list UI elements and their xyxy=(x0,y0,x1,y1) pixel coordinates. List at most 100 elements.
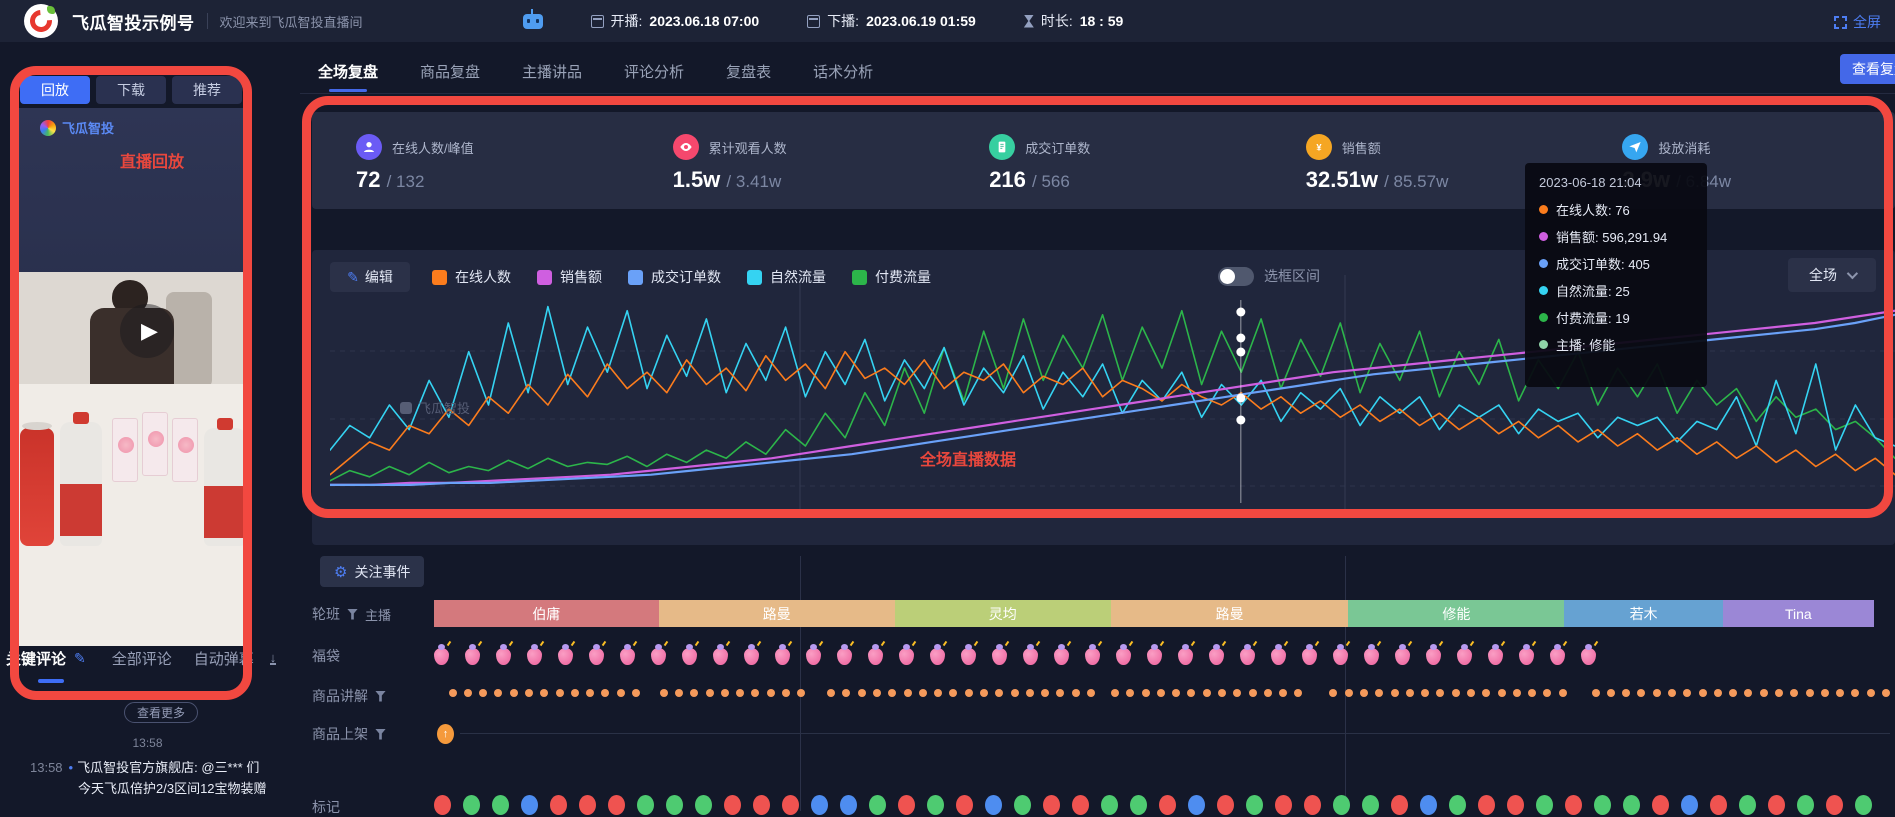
explain-dot[interactable] xyxy=(1026,689,1034,697)
explain-dot[interactable] xyxy=(1729,689,1737,697)
lucky-bag-icon[interactable] xyxy=(868,648,883,665)
tab-all-comments[interactable]: 全部评论 xyxy=(112,648,172,669)
mark-dot[interactable] xyxy=(1130,795,1147,815)
explain-dot[interactable] xyxy=(1821,689,1829,697)
tab-key-comments[interactable]: 关键评论 xyxy=(6,648,66,669)
explain-dot[interactable] xyxy=(1668,689,1676,697)
explain-dot[interactable] xyxy=(842,689,850,697)
mark-dot[interactable] xyxy=(1159,795,1176,815)
explain-dot[interactable] xyxy=(1187,689,1195,697)
mark-dot[interactable] xyxy=(1246,795,1263,815)
filter-funnel-icon[interactable] xyxy=(375,729,386,740)
mark-dot[interactable] xyxy=(695,795,712,815)
lucky-bag-icon[interactable] xyxy=(527,648,542,665)
main-tab-商品复盘[interactable]: 商品复盘 xyxy=(420,61,480,86)
explain-dot[interactable] xyxy=(1851,689,1859,697)
explain-dot[interactable] xyxy=(586,689,594,697)
explain-dot[interactable] xyxy=(797,689,805,697)
mark-dot[interactable] xyxy=(927,795,944,815)
mark-dot[interactable] xyxy=(724,795,741,815)
lucky-bag-icon[interactable] xyxy=(682,648,697,665)
explain-dot[interactable] xyxy=(1683,689,1691,697)
explain-dot[interactable] xyxy=(1867,689,1875,697)
explain-dot[interactable] xyxy=(660,689,668,697)
lucky-bag-icon[interactable] xyxy=(1209,648,1224,665)
mark-dot[interactable] xyxy=(492,795,509,815)
mark-dot[interactable] xyxy=(840,795,857,815)
lucky-bag-icon[interactable] xyxy=(1457,648,1472,665)
lucky-bag-icon[interactable] xyxy=(589,648,604,665)
main-tab-复盘表[interactable]: 复盘表 xyxy=(726,61,771,86)
mark-dot[interactable] xyxy=(1043,795,1060,815)
lucky-bag-icon[interactable] xyxy=(1178,648,1193,665)
mark-dot[interactable] xyxy=(1275,795,1292,815)
explain-dot[interactable] xyxy=(1622,689,1630,697)
legend-item-成交订单数[interactable]: 成交订单数 xyxy=(628,267,721,287)
explain-dot[interactable] xyxy=(1836,689,1844,697)
explain-dot[interactable] xyxy=(1391,689,1399,697)
tab-auto-danmu[interactable]: 自动弹幕 xyxy=(194,648,254,669)
explain-dot[interactable] xyxy=(1111,689,1119,697)
play-button[interactable]: ▶ xyxy=(120,304,174,358)
lucky-bag-icon[interactable] xyxy=(465,648,480,665)
fullscreen-button[interactable]: 全屏 xyxy=(1834,12,1881,32)
lucky-bag-icon[interactable] xyxy=(434,648,449,665)
explain-dot[interactable] xyxy=(782,689,790,697)
mark-dot[interactable] xyxy=(1188,795,1205,815)
explain-dot[interactable] xyxy=(965,689,973,697)
lucky-bag-icon[interactable] xyxy=(620,648,635,665)
explain-dot[interactable] xyxy=(721,689,729,697)
main-tab-全场复盘[interactable]: 全场复盘 xyxy=(318,61,378,86)
lucky-bag-icon[interactable] xyxy=(806,648,821,665)
lucky-bag-icon[interactable] xyxy=(899,648,914,665)
lucky-bag-icon[interactable] xyxy=(1054,648,1069,665)
shift-segment-路曼[interactable]: 路曼 xyxy=(1111,600,1349,627)
main-tab-话术分析[interactable]: 话术分析 xyxy=(813,61,873,86)
explain-dot[interactable] xyxy=(736,689,744,697)
edit-metrics-button[interactable]: ✎ 编辑 xyxy=(330,262,410,292)
mark-dot[interactable] xyxy=(1710,795,1727,815)
diagnose-button[interactable]: 查看复盘诊断 xyxy=(1840,54,1895,84)
explain-dot[interactable] xyxy=(1714,689,1722,697)
lucky-bag-icon[interactable] xyxy=(1302,648,1317,665)
explain-dot[interactable] xyxy=(1744,689,1752,697)
explain-dot[interactable] xyxy=(1592,689,1600,697)
lucky-bag-icon[interactable] xyxy=(1147,648,1162,665)
mark-dot[interactable] xyxy=(1652,795,1669,815)
explain-dot[interactable] xyxy=(1345,689,1353,697)
explain-dot[interactable] xyxy=(1264,689,1272,697)
mark-dot[interactable] xyxy=(956,795,973,815)
mark-dot[interactable] xyxy=(1072,795,1089,815)
explain-dot[interactable] xyxy=(1375,689,1383,697)
follow-events-button[interactable]: ⚙ 关注事件 xyxy=(320,556,424,587)
lucky-bag-icon[interactable] xyxy=(1271,648,1286,665)
mark-dot[interactable] xyxy=(1507,795,1524,815)
mark-dot[interactable] xyxy=(985,795,1002,815)
lucky-bag-icon[interactable] xyxy=(1395,648,1410,665)
explain-dot[interactable] xyxy=(1699,689,1707,697)
lucky-bag-icon[interactable] xyxy=(1333,648,1348,665)
mark-dot[interactable] xyxy=(1478,795,1495,815)
explain-dot[interactable] xyxy=(827,689,835,697)
mark-dot[interactable] xyxy=(550,795,567,815)
explain-dot[interactable] xyxy=(1790,689,1798,697)
explain-dot[interactable] xyxy=(1467,689,1475,697)
explain-dot[interactable] xyxy=(1126,689,1134,697)
explain-dot[interactable] xyxy=(1249,689,1257,697)
mark-dot[interactable] xyxy=(782,795,799,815)
mark-dot[interactable] xyxy=(1565,795,1582,815)
explain-dot[interactable] xyxy=(1760,689,1768,697)
lucky-bag-icon[interactable] xyxy=(775,648,790,665)
mark-dot[interactable] xyxy=(1101,795,1118,815)
explain-dot[interactable] xyxy=(1233,689,1241,697)
lucky-bag-icon[interactable] xyxy=(1364,648,1379,665)
mark-dot[interactable] xyxy=(898,795,915,815)
mark-dot[interactable] xyxy=(1391,795,1408,815)
explain-dot[interactable] xyxy=(540,689,548,697)
explain-dot[interactable] xyxy=(479,689,487,697)
explain-dot[interactable] xyxy=(525,689,533,697)
explain-dot[interactable] xyxy=(464,689,472,697)
shift-segment-修能[interactable]: 修能 xyxy=(1348,600,1564,627)
mark-dot[interactable] xyxy=(811,795,828,815)
mark-dot[interactable] xyxy=(1594,795,1611,815)
